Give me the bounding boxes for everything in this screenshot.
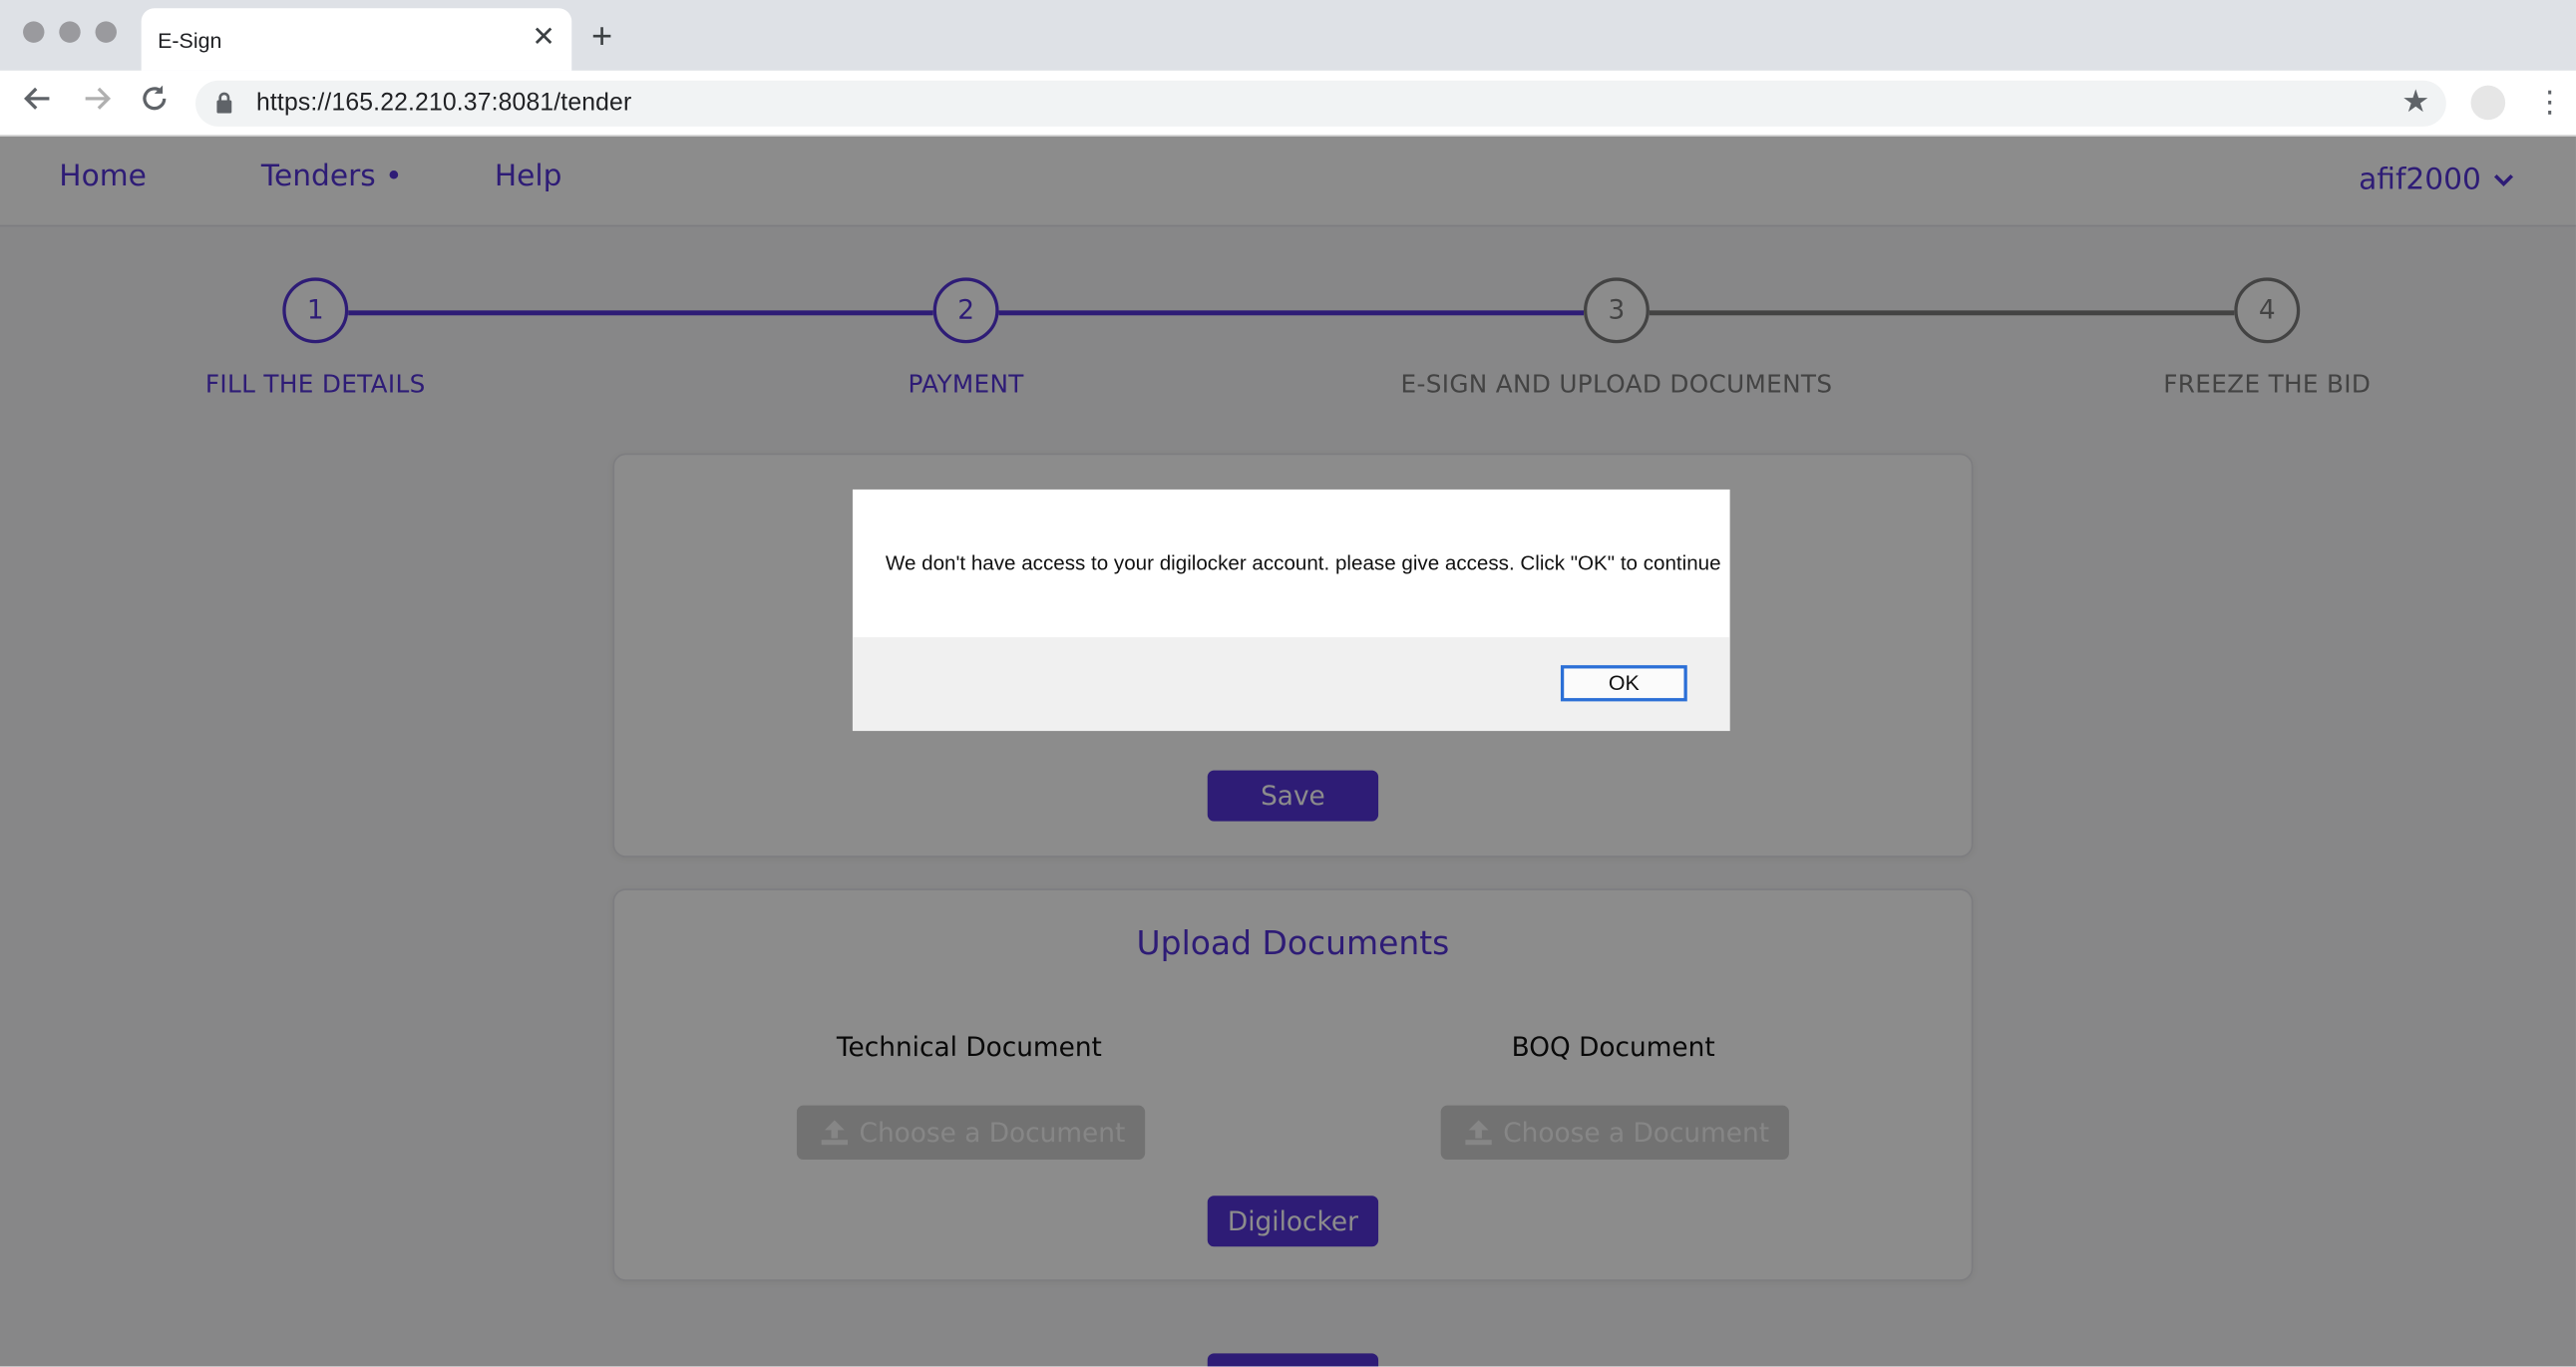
profile-avatar[interactable] — [2470, 85, 2506, 121]
lock-icon — [215, 92, 233, 122]
ok-button[interactable]: OK — [1560, 665, 1687, 702]
dialog-footer: OK — [852, 637, 1730, 732]
tab-title: E-Sign — [158, 28, 222, 53]
browser-toolbar: https://165.22.210.37:8081/tender ★ — [0, 70, 2576, 137]
forward-arrow-icon[interactable] — [81, 82, 114, 125]
new-tab-button[interactable]: + — [591, 16, 612, 56]
close-window-button[interactable] — [23, 21, 45, 43]
browser-window: E-Sign ✕ + https://165.22.210.37:8081/te… — [0, 0, 2576, 1367]
maximize-window-button[interactable] — [95, 21, 117, 43]
browser-tab[interactable]: E-Sign ✕ — [141, 8, 572, 71]
back-arrow-icon[interactable] — [21, 82, 54, 125]
bookmark-star-icon[interactable]: ★ — [2401, 84, 2429, 122]
reload-icon[interactable] — [138, 82, 171, 125]
url-text: https://165.22.210.37:8081/tender — [255, 88, 632, 117]
tab-strip: E-Sign ✕ + — [0, 0, 2576, 71]
address-bar[interactable]: https://165.22.210.37:8081/tender ★ — [195, 80, 2446, 127]
browser-menu-icon[interactable]: ⋮ — [2535, 82, 2565, 122]
close-tab-icon[interactable]: ✕ — [532, 22, 554, 53]
alert-dialog: We don't have access to your digilocker … — [852, 489, 1730, 732]
modal-overlay — [0, 136, 2576, 1367]
dialog-message: We don't have access to your digilocker … — [885, 551, 1721, 575]
minimize-window-button[interactable] — [59, 21, 81, 43]
